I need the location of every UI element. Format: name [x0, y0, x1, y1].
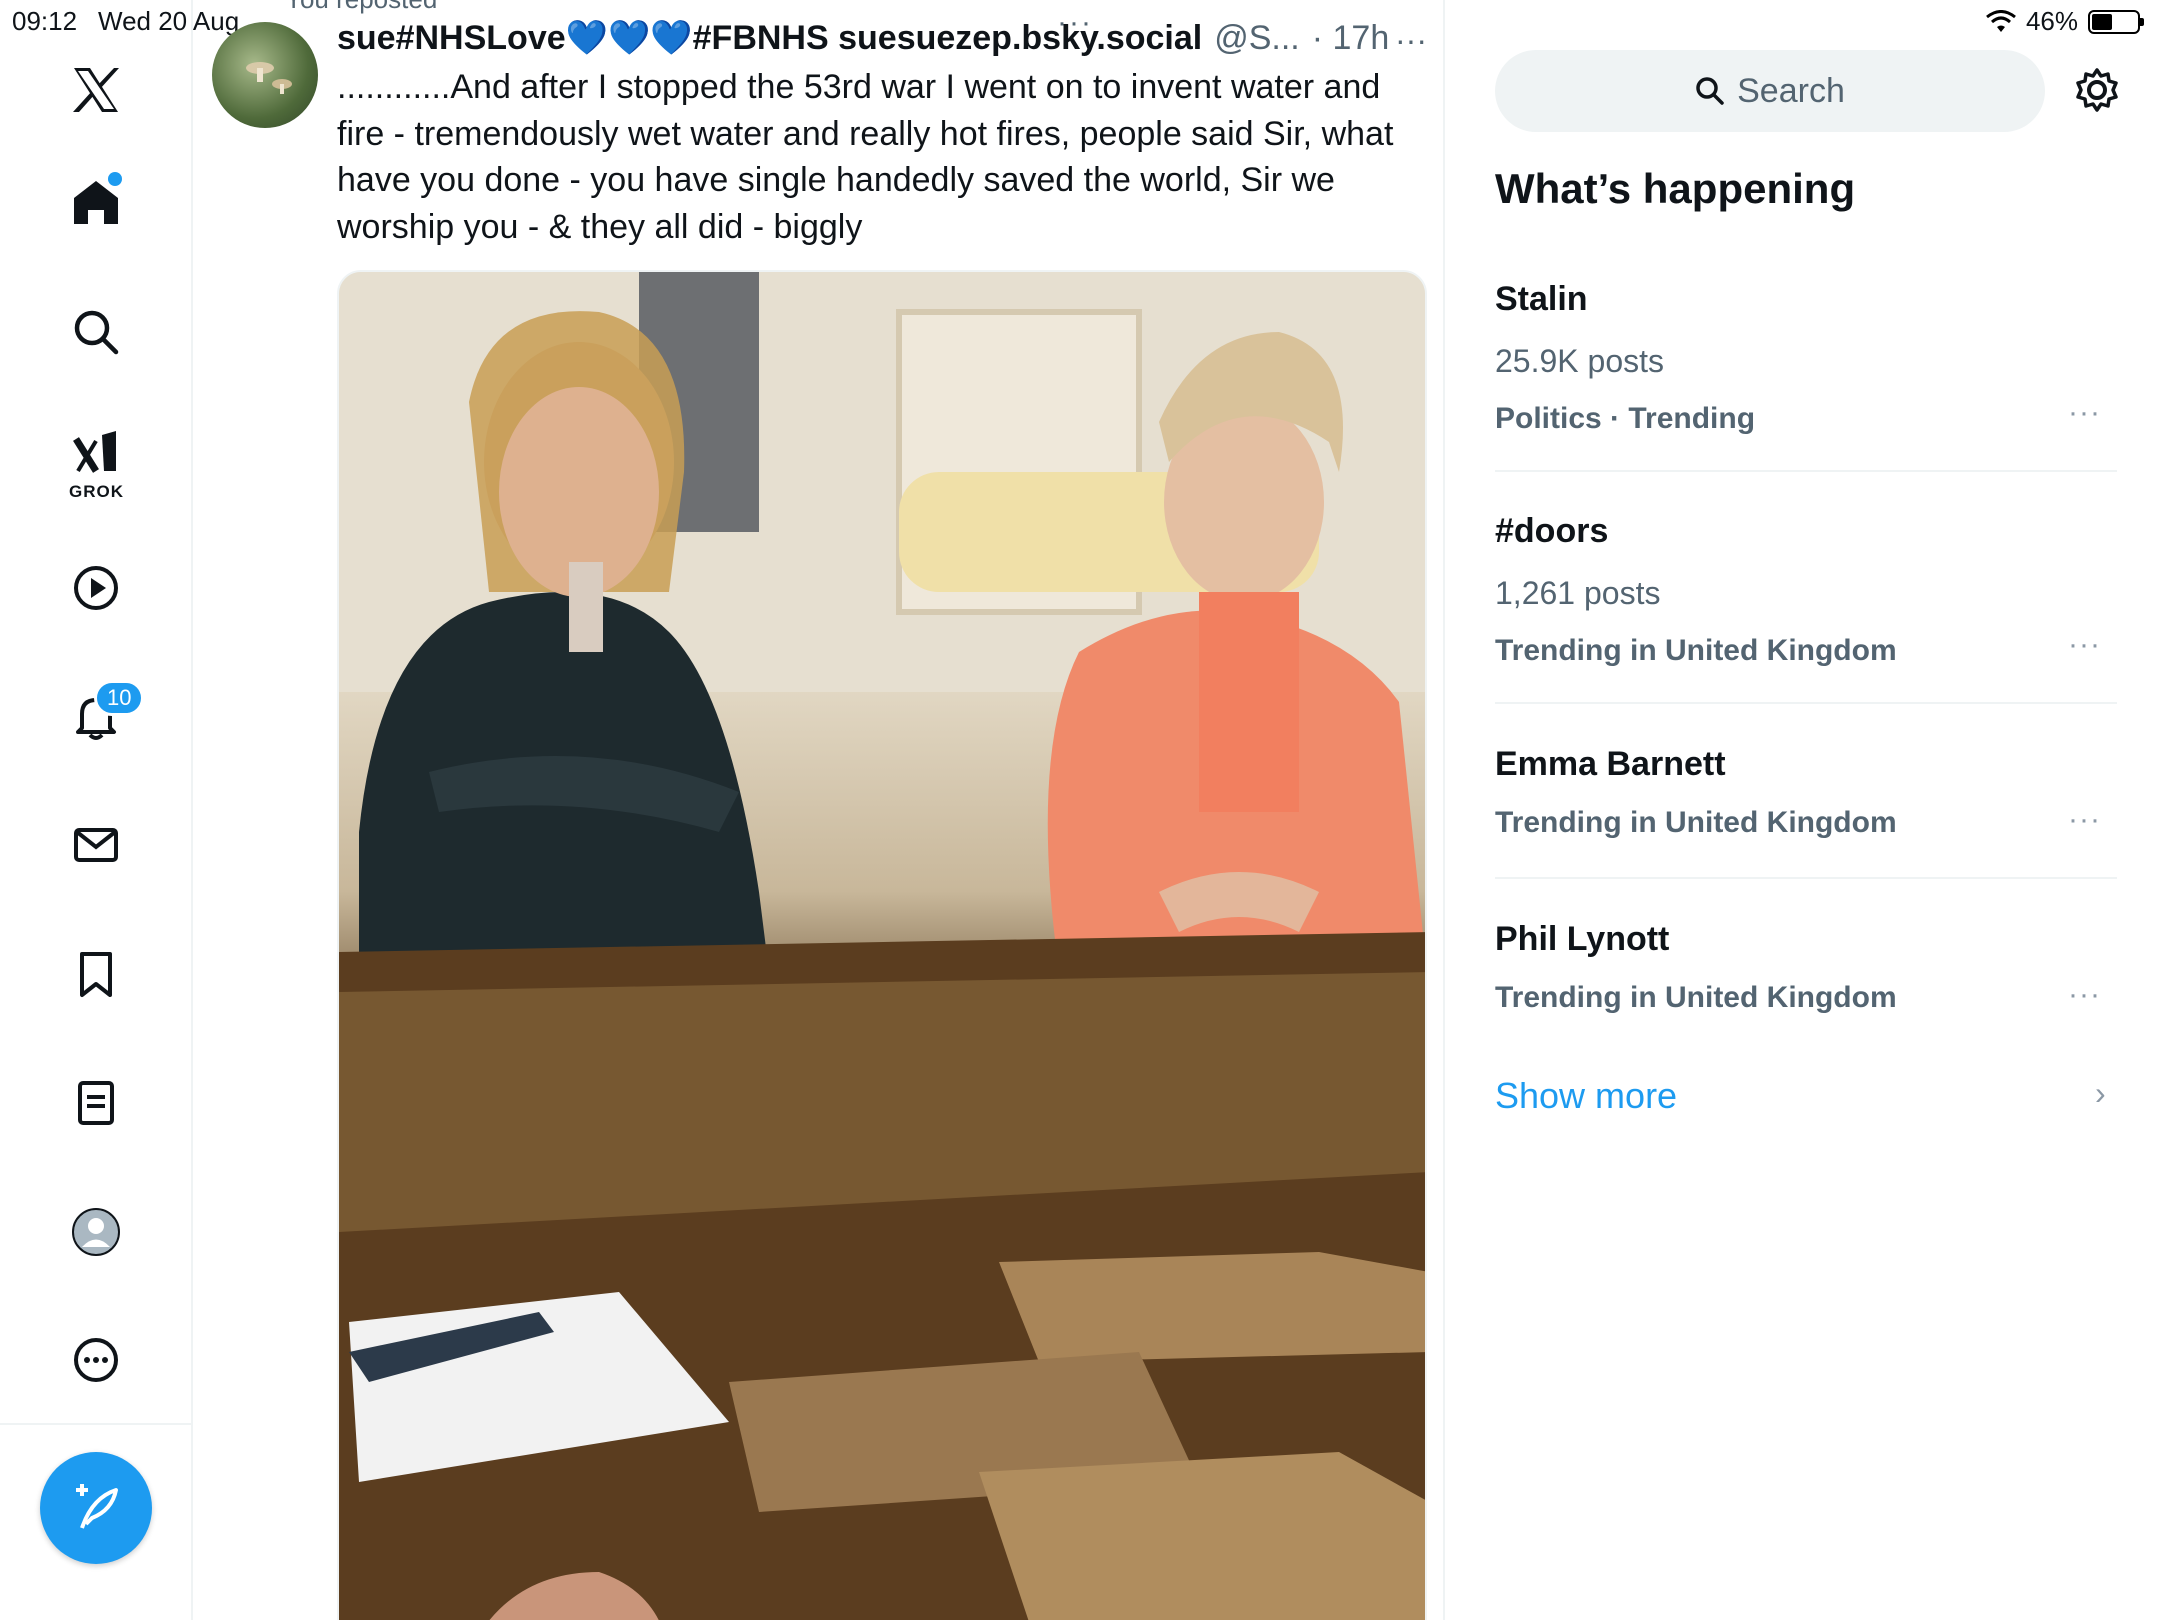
envelope-icon	[74, 828, 118, 862]
right-sidebar: Search What’s happening Stalin 25.9K pos…	[1447, 0, 2160, 1620]
grok-label: GROK	[69, 482, 124, 501]
trend-context: Politics · Trending	[1495, 402, 1756, 435]
trend-item[interactable]: Phil Lynott Trending in United Kingdom ·…	[1495, 920, 2117, 1030]
trend-context: Trending in United Kingdom	[1495, 806, 1897, 839]
compose-feather-icon	[76, 1484, 118, 1529]
trend-more-button[interactable]: ···	[2068, 396, 2101, 430]
nav-divider	[0, 1423, 193, 1425]
nav-messages[interactable]	[46, 795, 146, 895]
notifications-badge: 10	[94, 680, 145, 716]
tweet-header: sue#NHSLove💙💙💙#FBNHS suesuezep.bsky.soci…	[337, 18, 1397, 58]
nav-home[interactable]	[46, 152, 146, 252]
trend-title: Phil Lynott	[1495, 920, 1670, 958]
search-icon	[1696, 77, 1724, 105]
trend-item[interactable]: Stalin 25.9K posts Politics · Trending ·…	[1495, 280, 2117, 472]
repost-indicator: You reposted	[285, 0, 437, 15]
trend-count: 1,261 posts	[1495, 575, 1661, 611]
chevron-right-icon[interactable]: ›	[2095, 1075, 2106, 1112]
nav-profile[interactable]	[46, 1182, 146, 1282]
show-more-link[interactable]: Show more	[1495, 1075, 1677, 1117]
photo-content	[339, 272, 1425, 1620]
trend-more-button[interactable]: ···	[2068, 803, 2101, 837]
trend-title: #doors	[1495, 512, 1609, 550]
nav-bookmarks[interactable]	[46, 924, 146, 1024]
left-nav: GROK 10	[0, 0, 193, 1620]
trend-context: Trending in United Kingdom	[1495, 981, 1897, 1014]
trend-title: Stalin	[1495, 280, 1588, 318]
nav-notifications[interactable]: 10	[46, 666, 146, 766]
trend-count: 25.9K posts	[1495, 343, 1664, 379]
mushroom-photo	[246, 62, 292, 94]
section-title: What’s happening	[1495, 165, 1856, 212]
compose-button[interactable]	[40, 1452, 152, 1564]
trend-more-button[interactable]: ···	[2068, 978, 2101, 1012]
x-logo-icon	[73, 68, 119, 112]
trend-item[interactable]: #doors 1,261 posts Trending in United Ki…	[1495, 512, 2117, 704]
trend-context: Trending in United Kingdom	[1495, 634, 1897, 667]
x-logo[interactable]	[46, 40, 146, 140]
nav-lists[interactable]	[46, 1053, 146, 1153]
tweet-more-button[interactable]: ···	[1395, 22, 1427, 59]
nav-more[interactable]	[46, 1310, 146, 1410]
nav-explore[interactable]	[46, 282, 146, 382]
search-input[interactable]: Search	[1495, 50, 2045, 132]
nav-video[interactable]	[46, 538, 146, 638]
bookmark-icon	[80, 952, 112, 997]
timeline: You reposted ··· sue#NHSLove💙💙💙#FBNHS su…	[195, 0, 1445, 1620]
tweet-text: ............And after I stopped the 53rd…	[337, 68, 1394, 246]
list-icon	[78, 1081, 114, 1125]
play-icon	[74, 566, 118, 610]
profile-avatar-icon	[72, 1208, 120, 1256]
grok-icon	[73, 431, 116, 473]
trend-more-button[interactable]: ···	[2068, 628, 2101, 662]
tweet-time[interactable]: · 17h	[1312, 19, 1390, 58]
trend-title: Emma Barnett	[1495, 745, 1726, 783]
trend-item[interactable]: Emma Barnett Trending in United Kingdom …	[1495, 745, 2117, 879]
author-avatar[interactable]	[212, 22, 318, 128]
more-circle-icon	[74, 1338, 118, 1382]
gear-icon[interactable]	[2073, 66, 2121, 114]
search-icon	[74, 310, 119, 355]
tweet-image[interactable]	[337, 270, 1427, 1620]
author-name[interactable]: sue#NHSLove💙💙💙#FBNHS suesuezep.bsky.soci…	[337, 18, 1202, 58]
author-handle[interactable]: @S...	[1214, 19, 1300, 58]
home-notification-dot	[108, 172, 122, 186]
search-placeholder: Search	[1737, 71, 1845, 110]
